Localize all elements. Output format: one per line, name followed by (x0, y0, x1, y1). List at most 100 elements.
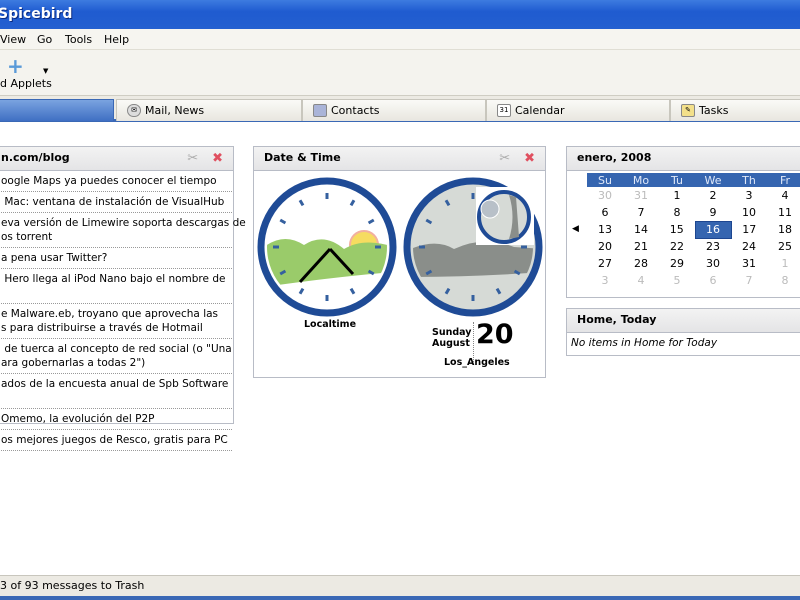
add-applets-button[interactable]: + d Applets (0, 56, 52, 94)
home-today-panel: Home, Today No items in Home for Today (566, 308, 800, 356)
calendar-day[interactable]: 31 (731, 255, 767, 272)
calendar-grid: Su Mo Tu We Th Fr 30 31 1 2 3 4 6 7 8 9 10 11 13 14 15 16 17 18… (587, 173, 800, 289)
panel-title: Home, Today (577, 313, 657, 326)
calendar-day[interactable]: 10 (731, 204, 767, 221)
calendar-day[interactable]: 1 (767, 255, 800, 272)
weekday-header: Th (731, 173, 767, 187)
calendar-day[interactable]: 8 (767, 272, 800, 289)
calendar-day[interactable]: 31 (623, 187, 659, 204)
calendar-panel: enero, 2008 ◀ Su Mo Tu We Th Fr 30 31 1 2 3 4 6 7 8 9 10… (566, 146, 800, 298)
menu-tools[interactable]: Tools (65, 33, 92, 46)
weekday-header: We (695, 173, 731, 187)
panel-header: enero, 2008 (567, 147, 800, 171)
calendar-day[interactable]: 14 (623, 221, 659, 238)
los-angeles-clock (403, 177, 543, 317)
settings-wrench-icon[interactable]: ✂ (499, 151, 510, 166)
panel-header: Home, Today (567, 309, 800, 333)
calendar-day[interactable]: 8 (659, 204, 695, 221)
calendar-day[interactable]: 13 (587, 221, 623, 238)
tab-home[interactable] (0, 99, 114, 121)
mail-icon: ✉ (127, 104, 141, 117)
tab-label: Mail, News (145, 104, 205, 117)
menu-view[interactable]: View (0, 33, 26, 46)
feed-item[interactable]: Mac: ventana de instalación de VisualHub (1, 192, 232, 213)
clocks (257, 177, 543, 317)
feed-item[interactable]: de tuerca al concepto de red social (o "… (1, 339, 232, 374)
calendar-day[interactable]: 6 (587, 204, 623, 221)
calendar-day[interactable]: 15 (659, 221, 695, 238)
calendar-day[interactable]: 16 (694, 220, 732, 239)
calendar-day[interactable]: 4 (767, 187, 800, 204)
close-icon[interactable]: ✖ (524, 151, 535, 166)
calendar-day[interactable]: 2 (695, 187, 731, 204)
add-applets-label: d Applets (0, 77, 52, 90)
contacts-icon (313, 104, 327, 117)
calendar-day[interactable]: 9 (695, 204, 731, 221)
previous-month-arrow-icon[interactable]: ◀ (572, 224, 579, 234)
calendar-day[interactable]: 30 (695, 255, 731, 272)
panel-title: n.com/blog (1, 151, 70, 164)
calendar-day[interactable]: 11 (767, 204, 800, 221)
feed-item[interactable]: Omemo, la evolución del P2P (1, 409, 232, 430)
calendar-day[interactable]: 30 (587, 187, 623, 204)
status-bar: 3 of 93 messages to Trash (0, 575, 800, 600)
weekday-header: Mo (623, 173, 659, 187)
window-title: Spicebird (0, 6, 73, 22)
add-applets-dropdown-icon[interactable]: ▼ (43, 67, 48, 75)
calendar-day[interactable]: 7 (623, 204, 659, 221)
calendar-day[interactable]: 29 (659, 255, 695, 272)
tab-label: Calendar (515, 104, 565, 117)
calendar-day[interactable]: 1 (659, 187, 695, 204)
calendar-day[interactable]: 27 (587, 255, 623, 272)
calendar-day[interactable]: 17 (731, 221, 767, 238)
feed-item[interactable]: Hero llega al iPod Nano bajo el nombre d… (1, 269, 232, 304)
tab-contacts[interactable]: Contacts (302, 99, 486, 121)
localtime-label: Localtime (304, 319, 357, 330)
close-icon[interactable]: ✖ (212, 151, 223, 166)
calendar-icon: 31 (497, 104, 511, 117)
weekday-header: Tu (659, 173, 695, 187)
localtime-clock (257, 177, 397, 317)
feed-item[interactable]: e Malware.eb, troyano que aprovecha las … (1, 304, 232, 339)
calendar-day[interactable]: 3 (587, 272, 623, 289)
feed-item[interactable]: ados de la encuesta anual de Spb Softwar… (1, 374, 232, 409)
tab-mail-news[interactable]: ✉ Mail, News (116, 99, 302, 121)
calendar-day[interactable]: 23 (695, 238, 731, 255)
feed-item[interactable]: a pena usar Twitter? (1, 248, 232, 269)
day-number: 20 (476, 319, 514, 350)
tab-calendar[interactable]: 31 Calendar (486, 99, 670, 121)
calendar-day[interactable]: 18 (767, 221, 800, 238)
calendar-day[interactable]: 7 (731, 272, 767, 289)
calendar-day[interactable]: 24 (731, 238, 767, 255)
calendar-day[interactable]: 6 (695, 272, 731, 289)
calendar-day[interactable]: 28 (623, 255, 659, 272)
calendar-day[interactable]: 25 (767, 238, 800, 255)
calendar-day[interactable]: 4 (623, 272, 659, 289)
tab-tasks[interactable]: ✎ Tasks (670, 99, 800, 121)
feed-item[interactable]: oogle Maps ya puedes conocer el tiempo (1, 171, 232, 192)
feed-item[interactable]: eva versión de Limewire soporta descarga… (1, 213, 246, 248)
settings-wrench-icon[interactable]: ✂ (187, 151, 198, 166)
weekday-header: Fr (767, 173, 800, 187)
weekday-label: Sunday (432, 327, 472, 338)
calendar-day[interactable]: 22 (659, 238, 695, 255)
calendar-day[interactable]: 3 (731, 187, 767, 204)
calendar-day[interactable]: 5 (659, 272, 695, 289)
calendar-day[interactable]: 21 (623, 238, 659, 255)
city-label: Los_Angeles (444, 357, 510, 368)
menu-bar: View Go Tools Help (0, 29, 800, 50)
panel-header: n.com/blog ✂ ✖ (0, 147, 233, 171)
feed-item[interactable]: os mejores juegos de Resco, gratis para … (1, 430, 232, 451)
blog-feed-panel: n.com/blog ✂ ✖ oogle Maps ya puedes conoc… (0, 146, 246, 451)
menu-go[interactable]: Go (37, 33, 52, 46)
date-time-panel: Date & Time ✂ ✖ Localtime Sunday August 2… (253, 146, 546, 378)
title-bar: Spicebird (0, 0, 800, 29)
menu-help[interactable]: Help (104, 33, 129, 46)
tab-label: Contacts (331, 104, 380, 117)
empty-message: No items in Home for Today (571, 337, 718, 349)
calendar-month-title: enero, 2008 (577, 151, 652, 164)
status-text: 3 of 93 messages to Trash (0, 579, 145, 592)
tasks-icon: ✎ (681, 104, 695, 117)
weekday-header: Su (587, 173, 623, 187)
calendar-day[interactable]: 20 (587, 238, 623, 255)
